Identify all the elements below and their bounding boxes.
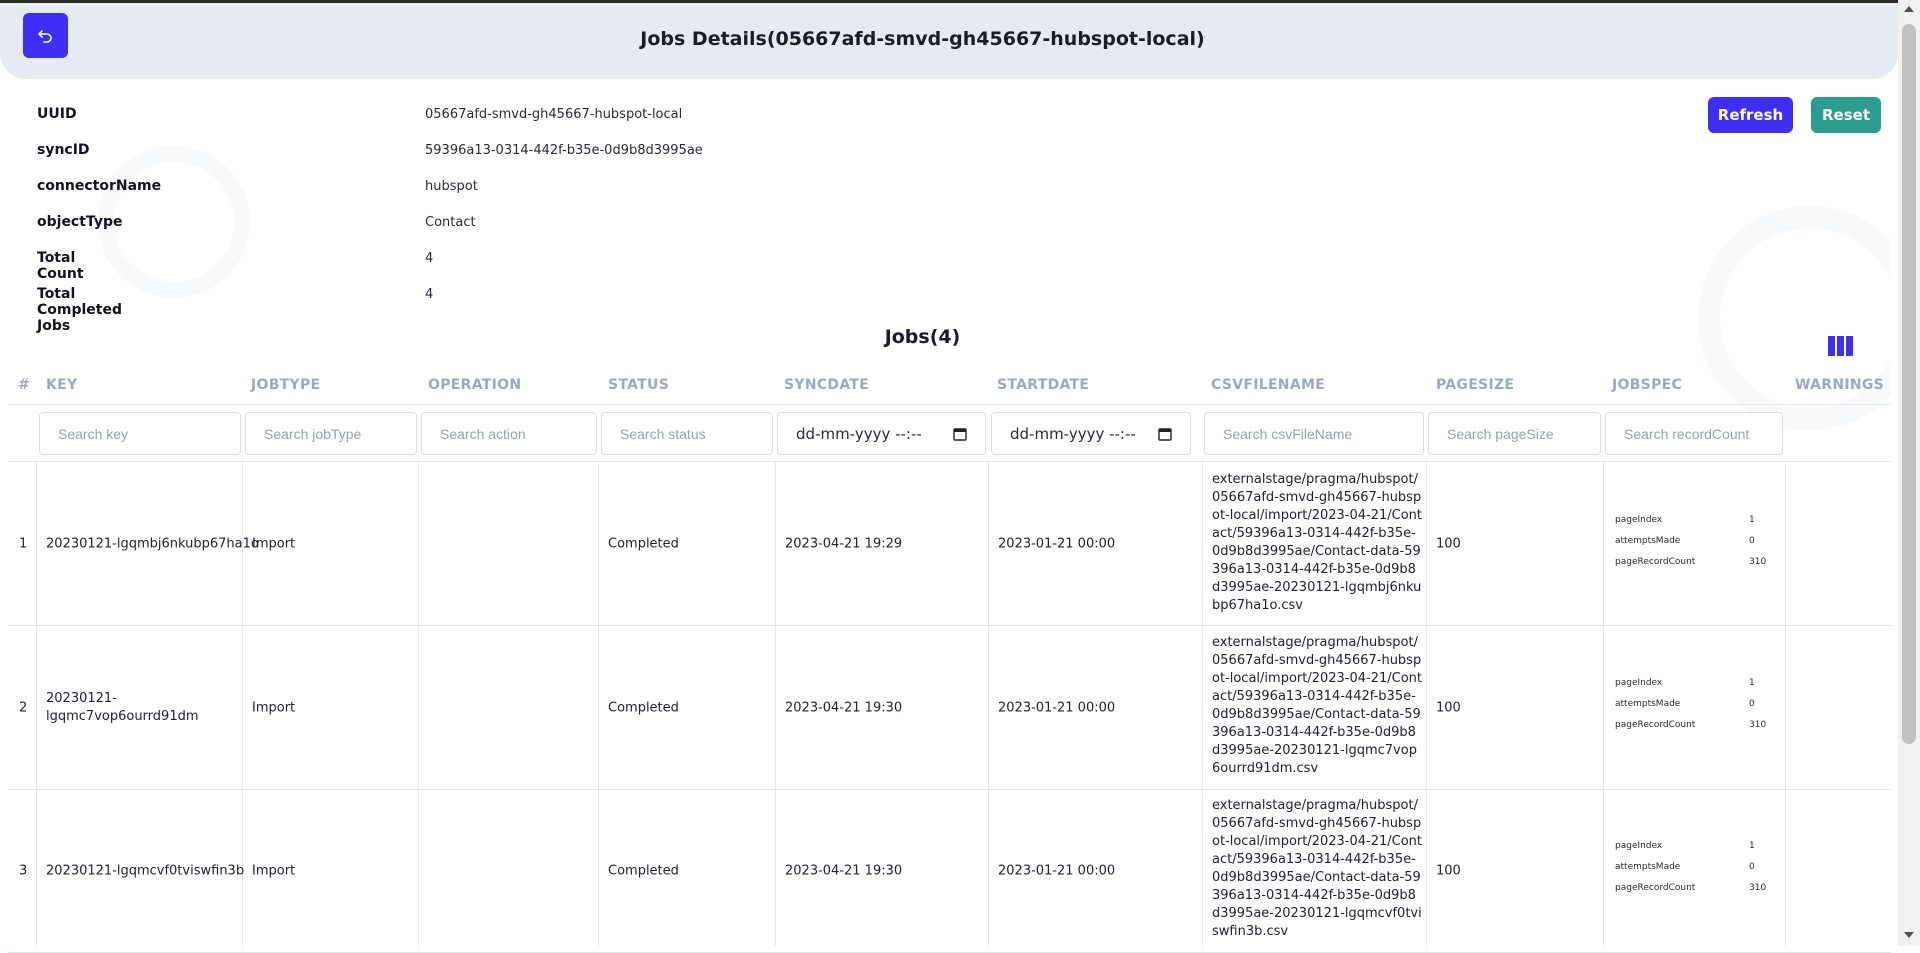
row-pagesize: 100 <box>1436 536 1461 551</box>
scrollbar-thumb[interactable] <box>1902 24 1916 744</box>
row-csvfilename: externalstage/pragma/hubspot/05667afd-sm… <box>1212 472 1423 613</box>
info-label: UUID <box>37 106 77 122</box>
column-header-jobspec[interactable]: JOBSPEC <box>1612 377 1682 393</box>
row-startdate: 2023-01-21 00:00 <box>998 700 1116 715</box>
spec-value: 1 <box>1749 841 1755 851</box>
table-row[interactable]: 3 20230121-lgqmcvf0tviswfin3b Import Com… <box>8 789 1891 953</box>
reset-button[interactable]: Reset <box>1811 97 1881 133</box>
row-csvfilename: externalstage/pragma/hubspot/05667afd-sm… <box>1212 798 1423 939</box>
row-syncdate: 2023-04-21 19:29 <box>785 536 903 551</box>
columns-icon[interactable] <box>1828 336 1854 356</box>
page-title: Jobs Details(05667afd-smvd-gh45667-hubsp… <box>640 28 1205 50</box>
spec-value: 0 <box>1749 862 1755 872</box>
info-label: Total Count <box>37 250 84 282</box>
scroll-down-icon[interactable] <box>1904 932 1914 938</box>
row-status: Completed <box>608 863 679 878</box>
search-status-input[interactable] <box>601 412 773 455</box>
row-syncdate: 2023-04-21 19:30 <box>785 700 903 715</box>
calendar-icon[interactable] <box>1158 427 1172 441</box>
spec-key: attemptsMade <box>1615 699 1681 709</box>
spec-key: attemptsMade <box>1615 536 1681 546</box>
spec-key: pageIndex <box>1615 841 1663 851</box>
search-jobtype-input[interactable] <box>245 412 417 455</box>
row-startdate: 2023-01-21 00:00 <box>998 863 1116 878</box>
row-key: 20230121-lgqmc7vop6ourrd91dm <box>46 690 199 724</box>
column-header-key[interactable]: KEY <box>46 377 77 393</box>
spec-key: pageRecordCount <box>1615 557 1696 567</box>
spec-key: pageRecordCount <box>1615 720 1696 730</box>
row-jobtype: Import <box>252 536 296 551</box>
column-header-index: # <box>18 377 31 393</box>
spec-value: 0 <box>1749 536 1755 546</box>
row-key: 20230121-lgqmbj6nkubp67ha1o <box>46 536 259 551</box>
info-value: hubspot <box>425 179 478 194</box>
table-row[interactable]: 2 20230121-lgqmc7vop6ourrd91dm Import Co… <box>8 626 1891 790</box>
row-index: 1 <box>19 536 28 551</box>
syncdate-filter-input[interactable]: dd-mm-yyyy --:-- <box>777 412 986 455</box>
row-startdate: 2023-01-21 00:00 <box>998 536 1116 551</box>
search-recordcount-input[interactable] <box>1605 412 1783 455</box>
search-action-input[interactable] <box>421 412 597 455</box>
search-csvfilename-input[interactable] <box>1204 412 1424 455</box>
info-label: syncID <box>37 142 90 158</box>
column-header-csvfilename[interactable]: CSVFILENAME <box>1211 377 1325 393</box>
column-header-pagesize[interactable]: PAGESIZE <box>1436 377 1514 393</box>
search-key-input[interactable] <box>39 412 241 455</box>
spec-key: pageIndex <box>1615 515 1663 525</box>
column-header-status[interactable]: STATUS <box>608 377 669 393</box>
date-placeholder: dd-mm-yyyy --:-- <box>1010 424 1136 443</box>
spec-value: 1 <box>1749 515 1755 525</box>
search-pagesize-input[interactable] <box>1428 412 1601 455</box>
jobs-title: Jobs(4) <box>884 326 961 348</box>
row-jobtype: Import <box>252 700 296 715</box>
row-index: 3 <box>19 863 28 878</box>
column-header-jobtype[interactable]: JOBTYPE <box>251 377 320 393</box>
calendar-icon[interactable] <box>953 427 967 441</box>
row-index: 2 <box>19 700 28 715</box>
info-value: 59396a13-0314-442f-b35e-0d9b8d3995ae <box>425 143 703 158</box>
table-row[interactable]: 1 20230121-lgqmbj6nkubp67ha1o Import Com… <box>8 462 1891 626</box>
row-pagesize: 100 <box>1436 863 1461 878</box>
column-header-operation[interactable]: OPERATION <box>428 377 521 393</box>
column-header-startdate[interactable]: STARTDATE <box>997 377 1089 393</box>
info-value: 4 <box>425 251 434 266</box>
date-placeholder: dd-mm-yyyy --:-- <box>796 424 922 443</box>
spec-value: 310 <box>1749 883 1767 893</box>
spec-value: 1 <box>1749 678 1755 688</box>
row-status: Completed <box>608 536 679 551</box>
spec-key: attemptsMade <box>1615 862 1681 872</box>
background-decoration <box>1698 206 1891 430</box>
info-label: objectType <box>37 214 123 230</box>
row-status: Completed <box>608 700 679 715</box>
spec-key: pageRecordCount <box>1615 883 1696 893</box>
column-header-syncdate[interactable]: SYNCDATE <box>784 377 869 393</box>
row-syncdate: 2023-04-21 19:30 <box>785 863 903 878</box>
column-header-warnings[interactable]: WARNINGS <box>1795 377 1884 393</box>
row-csvfilename: externalstage/pragma/hubspot/05667afd-sm… <box>1212 635 1423 776</box>
spec-value: 310 <box>1749 720 1767 730</box>
spec-key: pageIndex <box>1615 678 1663 688</box>
row-pagesize: 100 <box>1436 700 1461 715</box>
row-jobtype: Import <box>252 863 296 878</box>
divider <box>8 404 1891 405</box>
info-label: connectorName <box>37 178 162 194</box>
info-value: Contact <box>425 215 476 230</box>
spec-value: 0 <box>1749 699 1755 709</box>
row-key: 20230121-lgqmcvf0tviswfin3b <box>46 863 245 878</box>
page-header: Jobs Details(05667afd-smvd-gh45667-hubsp… <box>0 3 1898 79</box>
info-value: 05667afd-smvd-gh45667-hubspot-local <box>425 107 683 122</box>
scroll-up-icon[interactable] <box>1904 6 1914 12</box>
spec-value: 310 <box>1749 557 1767 567</box>
startdate-filter-input[interactable]: dd-mm-yyyy --:-- <box>991 412 1191 455</box>
info-value: 4 <box>425 287 434 302</box>
refresh-button[interactable]: Refresh <box>1708 97 1793 133</box>
